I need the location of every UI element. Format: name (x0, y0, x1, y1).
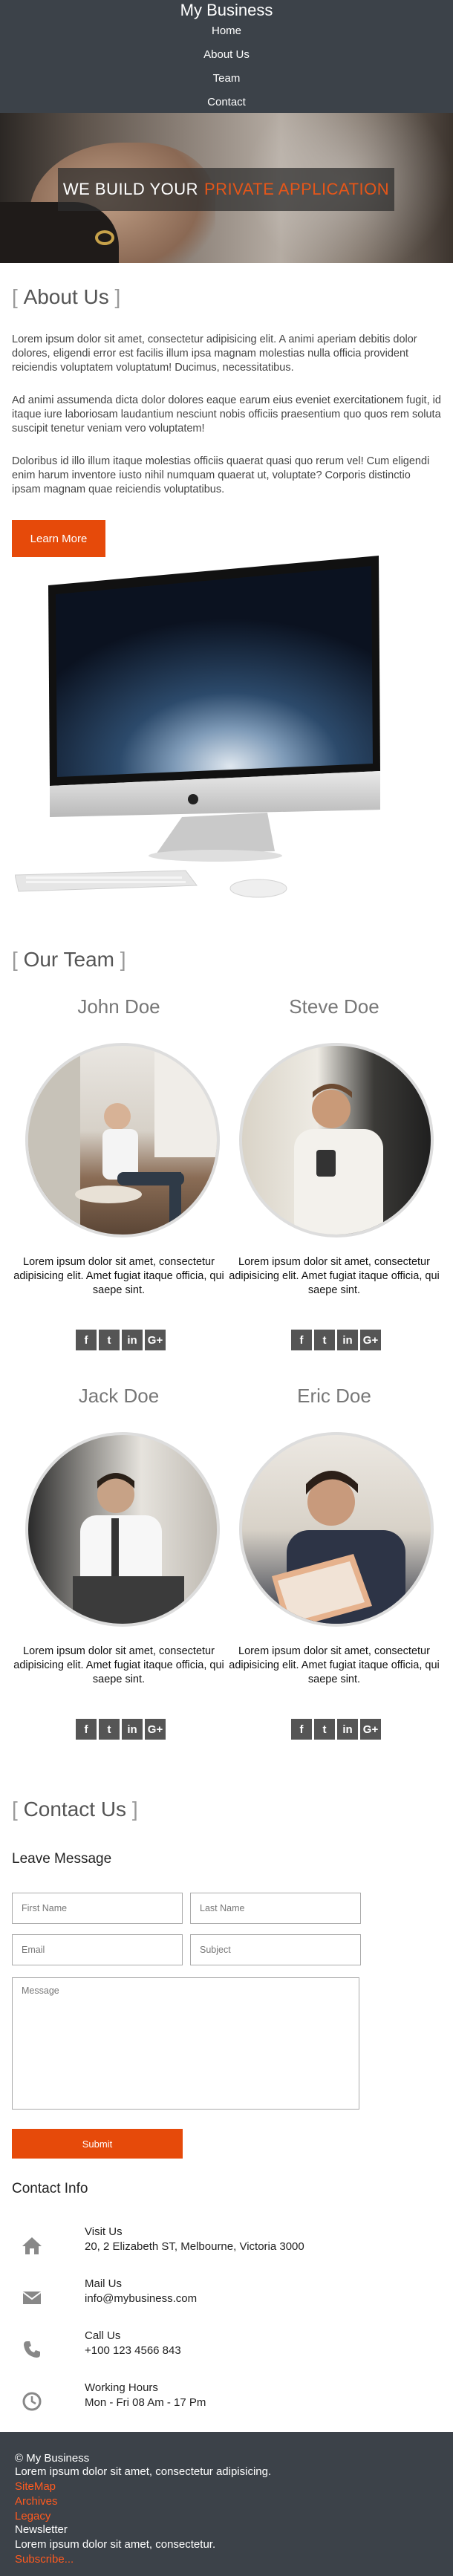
top-navbar: My Business Home About Us Team Contact (0, 0, 453, 113)
member-name: Steve Doe (289, 995, 379, 1018)
footer: © My Business Lorem ipsum dolor sit amet… (0, 2432, 453, 2576)
clock-icon (22, 2392, 42, 2411)
linkedin-icon[interactable]: in (337, 1719, 358, 1740)
about-paragraph-3: Doloribus id illo illum itaque molestias… (12, 455, 430, 495)
member-name: Jack Doe (78, 1385, 160, 1407)
about-title: About Us (23, 285, 109, 308)
facebook-icon[interactable]: f (76, 1330, 97, 1350)
member-bio: Lorem ipsum dolor sit amet, consectetur … (229, 1645, 440, 1685)
contact-title: Contact Us (23, 1798, 127, 1821)
brand-name[interactable]: My Business (0, 0, 453, 21)
member-photo (28, 1046, 217, 1235)
hero-ring-image (95, 230, 114, 245)
bracket-open: [ (12, 948, 24, 971)
member-photo (73, 1473, 184, 1624)
team-title: Our Team (23, 948, 114, 971)
bracket-close: ] (114, 948, 126, 971)
about-heading: [ About Us ] (12, 285, 120, 309)
info-title: Visit Us (85, 2225, 123, 2238)
hero-caption-orange: PRIVATE APPLICATION (204, 180, 390, 198)
linkedin-icon[interactable]: in (337, 1330, 358, 1350)
facebook-icon[interactable]: f (291, 1719, 312, 1740)
google-plus-icon[interactable]: G+ (145, 1330, 166, 1350)
footer-subscribe-link[interactable]: Subscribe... (15, 2552, 74, 2567)
social-links: f t in G+ (76, 1719, 166, 1740)
linkedin-icon[interactable]: in (122, 1719, 143, 1740)
info-title: Call Us (85, 2329, 121, 2342)
home-icon (22, 2237, 42, 2254)
info-value: info@mybusiness.com (85, 2292, 198, 2305)
member-photo (272, 1471, 405, 1624)
hero-caption: WE BUILD YOUR PRIVATE APPLICATION (58, 168, 394, 211)
info-title: Mail Us (85, 2277, 123, 2290)
info-row-mail: Mail Us info@mybusiness.com (0, 2277, 453, 2322)
footer-link-sitemap[interactable]: SiteMap (15, 2479, 56, 2494)
bracket-close: ] (126, 1798, 138, 1821)
member-avatar (25, 1432, 220, 1627)
nav-item-team[interactable]: Team (0, 71, 453, 86)
hero-caption-white: WE BUILD YOUR (62, 180, 198, 198)
twitter-icon[interactable]: t (99, 1330, 120, 1350)
nav-item-about[interactable]: About Us (0, 48, 453, 62)
about-paragraph-2: Ad animi assumenda dicta dolor dolores e… (12, 394, 441, 435)
message-field[interactable] (12, 1977, 359, 2110)
info-title: Working Hours (85, 2381, 158, 2394)
learn-more-button[interactable]: Learn More (12, 520, 105, 557)
info-row-call: Call Us +100 123 4566 843 (0, 2329, 453, 2374)
phone-icon (24, 2341, 40, 2358)
member-avatar (239, 1043, 434, 1237)
member-photo (294, 1084, 383, 1235)
member-bio: Lorem ipsum dolor sit amet, consectetur … (229, 1256, 440, 1296)
member-bio: Lorem ipsum dolor sit amet, consectetur … (13, 1256, 224, 1296)
linkedin-icon[interactable]: in (122, 1330, 143, 1350)
twitter-icon[interactable]: t (314, 1719, 335, 1740)
member-name: John Doe (77, 995, 160, 1018)
envelope-icon (22, 2292, 42, 2304)
bracket-close: ] (108, 285, 121, 308)
about-paragraph-1: Lorem ipsum dolor sit amet, consectetur … (12, 334, 417, 374)
info-value: Mon - Fri 08 Am - 17 Pm (85, 2396, 206, 2409)
footer-link-legacy[interactable]: Legacy (15, 2509, 50, 2524)
google-plus-icon[interactable]: G+ (360, 1719, 381, 1740)
facebook-icon[interactable]: f (76, 1719, 97, 1740)
twitter-icon[interactable]: t (99, 1719, 120, 1740)
footer-copyright: © My Business (15, 2452, 90, 2465)
google-plus-icon[interactable]: G+ (360, 1330, 381, 1350)
google-plus-icon[interactable]: G+ (145, 1719, 166, 1740)
facebook-icon[interactable]: f (291, 1330, 312, 1350)
footer-link-archives[interactable]: Archives (15, 2494, 58, 2509)
submit-button[interactable]: Submit (12, 2129, 183, 2159)
info-value: 20, 2 Elizabeth ST, Melbourne, Victoria … (85, 2240, 304, 2253)
first-name-field[interactable] (12, 1893, 183, 1924)
imac-image (15, 556, 380, 898)
contact-info-title: Contact Info (12, 2181, 88, 2196)
last-name-field[interactable] (190, 1893, 361, 1924)
nav-item-home[interactable]: Home (0, 24, 453, 39)
team-heading: [ Our Team ] (12, 948, 126, 972)
social-links: f t in G+ (76, 1330, 166, 1350)
info-value: +100 123 4566 843 (85, 2344, 181, 2357)
info-row-visit: Visit Us 20, 2 Elizabeth ST, Melbourne, … (0, 2225, 453, 2270)
bracket-open: [ (12, 1798, 24, 1821)
social-links: f t in G+ (291, 1330, 381, 1350)
twitter-icon[interactable]: t (314, 1330, 335, 1350)
member-avatar (25, 1043, 220, 1237)
footer-tagline: Lorem ipsum dolor sit amet, consectetur … (15, 2465, 272, 2478)
contact-heading: [ Contact Us ] (12, 1798, 138, 1821)
bracket-open: [ (12, 285, 24, 308)
nav-item-contact[interactable]: Contact (0, 95, 453, 110)
hero-banner: WE BUILD YOUR PRIVATE APPLICATION (0, 113, 453, 263)
social-links: f t in G+ (291, 1719, 381, 1740)
leave-message-label: Leave Message (12, 1851, 112, 1867)
email-field[interactable] (12, 1934, 183, 1965)
member-avatar (239, 1432, 434, 1627)
member-name: Eric Doe (297, 1385, 371, 1407)
subject-field[interactable] (190, 1934, 361, 1965)
info-row-hours: Working Hours Mon - Fri 08 Am - 17 Pm (0, 2381, 453, 2426)
member-bio: Lorem ipsum dolor sit amet, consectetur … (13, 1645, 224, 1685)
footer-newsletter-text: Lorem ipsum dolor sit amet, consectetur. (15, 2538, 216, 2551)
footer-newsletter-title: Newsletter (15, 2523, 68, 2536)
